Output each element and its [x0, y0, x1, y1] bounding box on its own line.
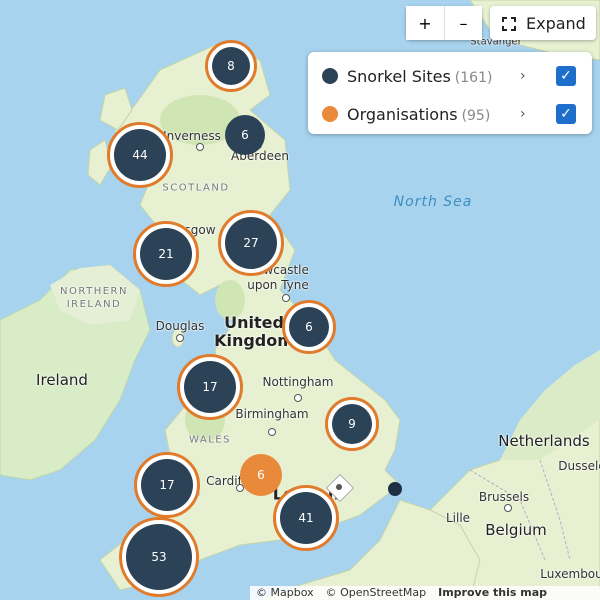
city-dot-newcastle	[282, 294, 290, 302]
chevron-right-icon[interactable]: ›	[520, 68, 526, 84]
zoom-controls: + –	[406, 6, 482, 40]
map-attribution: © Mapbox © OpenStreetMap Improve this ma…	[250, 586, 600, 600]
label-wales: WALES	[189, 434, 231, 446]
expand-button[interactable]: Expand	[490, 6, 596, 40]
city-dot-douglas	[176, 334, 184, 342]
label-belgium: Belgium	[485, 521, 547, 539]
cluster-count: 41	[280, 492, 332, 544]
cluster-count: 8	[212, 47, 250, 85]
label-douglas: Douglas	[155, 319, 205, 333]
city-dot-nottingham	[294, 394, 302, 402]
zoom-in-button[interactable]: +	[406, 6, 444, 40]
label-netherlands: Netherlands	[498, 432, 590, 450]
cluster-count: 6	[244, 458, 278, 492]
org-cluster-marker[interactable]: 6	[240, 454, 282, 496]
cluster-marker[interactable]: 6	[282, 300, 336, 354]
cluster-marker[interactable]: 6	[225, 115, 265, 155]
label-birmingham: Birmingham	[235, 407, 309, 421]
legend-row-snorkel-sites[interactable]: Snorkel Sites (161) › ✓	[308, 56, 592, 96]
label-dusseldorf: Dusselo	[558, 459, 600, 473]
legend-checkbox-organisations[interactable]: ✓	[556, 104, 576, 124]
osm-link[interactable]: © OpenStreetMap	[326, 586, 427, 600]
expand-label: Expand	[526, 13, 586, 33]
label-brussels: Brussels	[478, 490, 530, 504]
snorkel-site-swatch-icon	[322, 68, 338, 84]
checkmark-icon: ✓	[560, 68, 572, 84]
label-luxembourg: Luxembour	[540, 567, 600, 581]
cluster-marker[interactable]: 8	[205, 40, 257, 92]
legend-checkbox-snorkel-sites[interactable]: ✓	[556, 66, 576, 86]
map-canvas[interactable]: North Sea United Kingdom Ireland NORTHER…	[0, 0, 600, 600]
fullscreen-icon	[502, 16, 516, 31]
layer-legend: Snorkel Sites (161) › ✓ Organisations (95)…	[308, 52, 592, 134]
label-north-sea: North Sea	[393, 194, 473, 210]
legend-label: Organisations	[347, 104, 458, 124]
label-lille: Lille	[445, 511, 471, 525]
cluster-marker[interactable]: 53	[119, 517, 199, 597]
cluster-marker[interactable]: 9	[325, 397, 379, 451]
legend-label: Snorkel Sites	[347, 66, 451, 86]
legend-row-organisations[interactable]: Organisations (95) › ✓	[308, 94, 592, 134]
cluster-count: 17	[184, 361, 236, 413]
cluster-count: 27	[225, 217, 277, 269]
cluster-marker[interactable]: 44	[107, 122, 173, 188]
improve-map-link[interactable]: Improve this map	[438, 586, 547, 600]
label-scotland: SCOTLAND	[162, 182, 230, 194]
cluster-marker[interactable]: 17	[177, 354, 243, 420]
cluster-count: 17	[141, 459, 193, 511]
cluster-count: 53	[126, 524, 192, 590]
cluster-count: 6	[289, 307, 329, 347]
label-ireland: Ireland	[36, 371, 88, 389]
city-dot-inverness	[196, 143, 204, 151]
london-capital-dot	[336, 484, 342, 490]
cluster-marker[interactable]: 27	[218, 210, 284, 276]
city-dot-birmingham	[268, 428, 276, 436]
label-northern-ireland: NORTHERN IRELAND	[60, 286, 128, 310]
legend-count: (95)	[461, 107, 491, 124]
cluster-marker[interactable]: 41	[273, 485, 339, 551]
cluster-marker[interactable]: 21	[133, 221, 199, 287]
cluster-count: 6	[225, 115, 265, 155]
zoom-out-button[interactable]: –	[444, 6, 482, 40]
chevron-right-icon[interactable]: ›	[520, 106, 526, 122]
mapbox-link[interactable]: © Mapbox	[256, 586, 314, 600]
single-site-marker[interactable]	[388, 482, 402, 496]
cluster-count: 21	[140, 228, 192, 280]
label-nottingham: Nottingham	[262, 375, 334, 389]
cluster-count: 44	[114, 129, 166, 181]
organisation-swatch-icon	[322, 106, 338, 122]
cluster-marker[interactable]: 17	[134, 452, 200, 518]
legend-count: (161)	[454, 69, 493, 86]
label-inverness: Inverness	[163, 129, 221, 143]
checkmark-icon: ✓	[560, 106, 572, 122]
cluster-count: 9	[332, 404, 372, 444]
city-dot-brussels	[504, 504, 512, 512]
